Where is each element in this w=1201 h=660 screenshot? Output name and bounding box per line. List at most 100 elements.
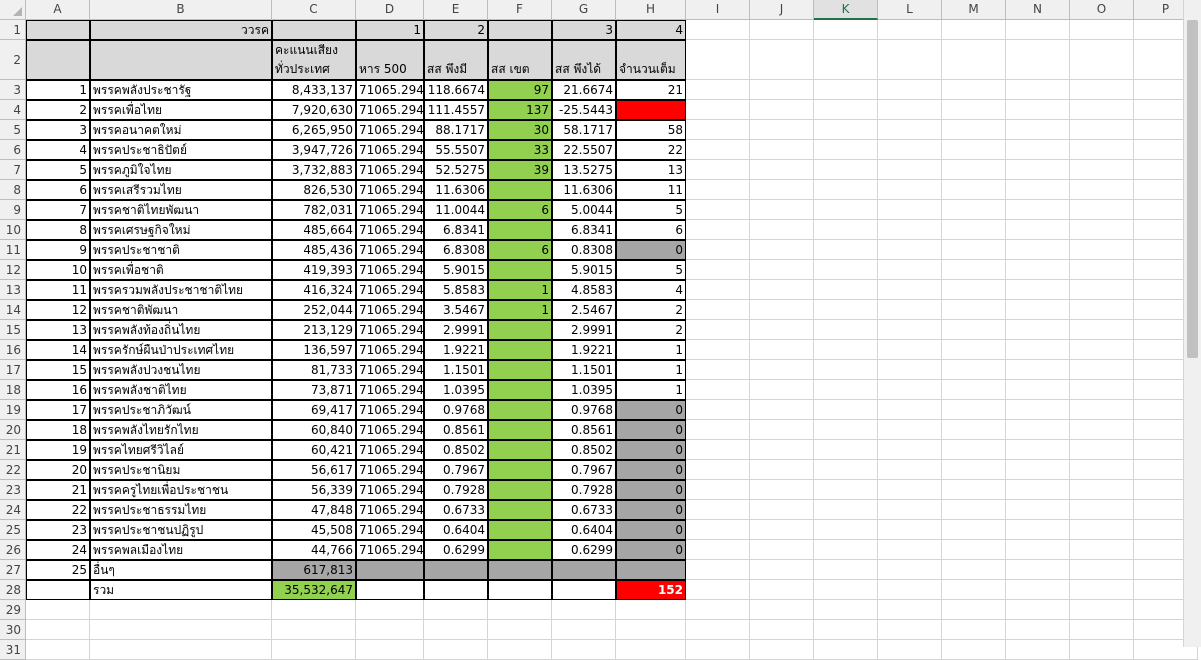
- cell[interactable]: [814, 620, 878, 640]
- cell[interactable]: [1070, 220, 1134, 240]
- cell[interactable]: [1006, 540, 1070, 560]
- cell[interactable]: [686, 560, 750, 580]
- cell[interactable]: [1006, 500, 1070, 520]
- integer-seats[interactable]: 22: [616, 140, 686, 160]
- cell[interactable]: [750, 260, 814, 280]
- cell[interactable]: [552, 640, 616, 660]
- row-header[interactable]: 26: [0, 540, 26, 560]
- row-number[interactable]: 23: [26, 520, 90, 540]
- integer-seats[interactable]: 6: [616, 220, 686, 240]
- vote-count[interactable]: 7,920,630: [272, 100, 356, 120]
- cell[interactable]: [750, 320, 814, 340]
- cell[interactable]: [878, 640, 942, 660]
- seats-should-get[interactable]: 0.9768: [552, 400, 616, 420]
- vote-count[interactable]: 416,324: [272, 280, 356, 300]
- header-cell-c[interactable]: [272, 20, 356, 40]
- cell[interactable]: [1070, 200, 1134, 220]
- vote-count[interactable]: 3,732,883: [272, 160, 356, 180]
- party-name[interactable]: พรรคพลังท้องถิ่นไทย: [90, 320, 272, 340]
- integer-seats[interactable]: 1: [616, 380, 686, 400]
- party-name[interactable]: พรรคพลังไทยรักไทย: [90, 420, 272, 440]
- cell[interactable]: [1070, 40, 1134, 80]
- cell[interactable]: [942, 560, 1006, 580]
- cell[interactable]: [424, 640, 488, 660]
- cell[interactable]: [686, 240, 750, 260]
- divisor-value[interactable]: 71065.294: [356, 200, 424, 220]
- cell[interactable]: [750, 240, 814, 260]
- cell[interactable]: [942, 620, 1006, 640]
- cell[interactable]: [1070, 620, 1134, 640]
- cell[interactable]: [814, 420, 878, 440]
- row-number[interactable]: 13: [26, 320, 90, 340]
- cell[interactable]: [1006, 140, 1070, 160]
- cell[interactable]: [356, 620, 424, 640]
- divisor-value[interactable]: 71065.294: [356, 260, 424, 280]
- cell[interactable]: [942, 640, 1006, 660]
- vote-count[interactable]: 485,436: [272, 240, 356, 260]
- divisor-value[interactable]: 71065.294: [356, 420, 424, 440]
- cell[interactable]: [750, 220, 814, 240]
- divisor-value[interactable]: 71065.294: [356, 380, 424, 400]
- cell[interactable]: [942, 360, 1006, 380]
- vote-count[interactable]: 136,597: [272, 340, 356, 360]
- cell[interactable]: [814, 500, 878, 520]
- cell[interactable]: [1006, 300, 1070, 320]
- cell[interactable]: [878, 160, 942, 180]
- vote-count[interactable]: 47,848: [272, 500, 356, 520]
- seats-should-have[interactable]: 0.7967: [424, 460, 488, 480]
- cell-a[interactable]: [26, 580, 90, 600]
- district-seats[interactable]: 1: [488, 300, 552, 320]
- cell[interactable]: [272, 620, 356, 640]
- cell[interactable]: [686, 600, 750, 620]
- cell[interactable]: [878, 500, 942, 520]
- header-cell-e[interactable]: 2: [424, 20, 488, 40]
- cell[interactable]: [1006, 280, 1070, 300]
- cell[interactable]: [1006, 560, 1070, 580]
- total-empty[interactable]: [424, 580, 488, 600]
- cell[interactable]: [750, 160, 814, 180]
- total-empty[interactable]: [488, 580, 552, 600]
- cell[interactable]: [1070, 20, 1134, 40]
- district-seats[interactable]: 33: [488, 140, 552, 160]
- cell[interactable]: [1070, 500, 1134, 520]
- spreadsheet-grid[interactable]: A B C D E F G H I J K L M N O P 1 2 3 4 5 6 7 8 9 10 11 12 13 14 15 16 1…: [0, 0, 1201, 660]
- seats-should-get[interactable]: 0.6404: [552, 520, 616, 540]
- row-number[interactable]: 4: [26, 140, 90, 160]
- row-number[interactable]: 9: [26, 240, 90, 260]
- integer-seats[interactable]: 0: [616, 500, 686, 520]
- cell[interactable]: [1006, 520, 1070, 540]
- district-seats[interactable]: 137: [488, 100, 552, 120]
- cell[interactable]: [1006, 160, 1070, 180]
- party-name[interactable]: พรรคประชาธิปัตย์: [90, 140, 272, 160]
- cell[interactable]: [686, 40, 750, 80]
- vote-count[interactable]: 73,871: [272, 380, 356, 400]
- cell[interactable]: [942, 460, 1006, 480]
- seats-should-get[interactable]: 21.6674: [552, 80, 616, 100]
- cell[interactable]: [1006, 80, 1070, 100]
- cell[interactable]: [1006, 620, 1070, 640]
- column-header-h[interactable]: H: [616, 0, 686, 20]
- cell[interactable]: [942, 420, 1006, 440]
- cell[interactable]: [750, 620, 814, 640]
- row-header[interactable]: 27: [0, 560, 26, 580]
- seats-should-have[interactable]: 0.8502: [424, 440, 488, 460]
- vote-count[interactable]: 60,840: [272, 420, 356, 440]
- cell[interactable]: [686, 140, 750, 160]
- row-number[interactable]: 10: [26, 260, 90, 280]
- cell[interactable]: [686, 180, 750, 200]
- total-empty[interactable]: [552, 580, 616, 600]
- cell[interactable]: [424, 600, 488, 620]
- seats-should-get[interactable]: 0.7928: [552, 480, 616, 500]
- integer-seats[interactable]: 5: [616, 200, 686, 220]
- row-header[interactable]: 12: [0, 260, 26, 280]
- row-header[interactable]: 28: [0, 580, 26, 600]
- party-name[interactable]: พรรคพลังปวงชนไทย: [90, 360, 272, 380]
- cell[interactable]: [750, 180, 814, 200]
- cell[interactable]: [26, 640, 90, 660]
- row-number[interactable]: 5: [26, 160, 90, 180]
- cell[interactable]: [1070, 380, 1134, 400]
- divisor-value[interactable]: 71065.294: [356, 340, 424, 360]
- header-cell-h[interactable]: 4: [616, 20, 686, 40]
- divisor-value[interactable]: 71065.294: [356, 300, 424, 320]
- cell[interactable]: [878, 40, 942, 80]
